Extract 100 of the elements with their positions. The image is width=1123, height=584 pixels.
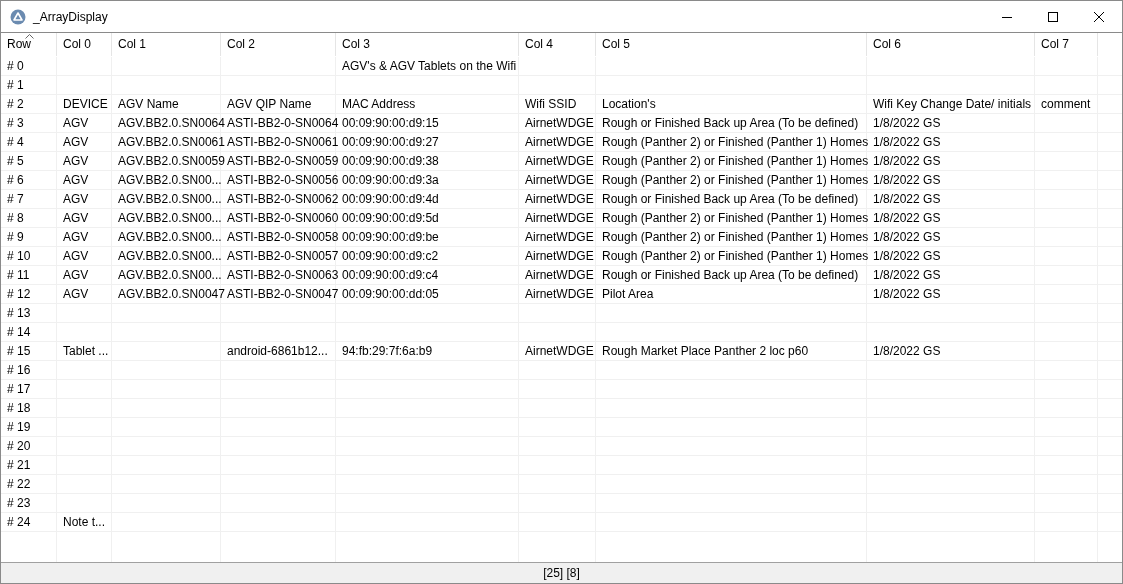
table-cell: AGV: [57, 266, 112, 284]
table-cell: AirnetWDGE: [519, 285, 596, 303]
table-cell: 1/8/2022 GS: [867, 171, 1035, 189]
row-header: # 15: [1, 342, 57, 360]
table-cell: Rough (Panther 2) or Finished (Panther 1) Homes: [596, 171, 867, 189]
row-header: # 13: [1, 304, 57, 322]
table-cell: AirnetWDGE: [519, 133, 596, 151]
table-cell: DEVICE: [57, 95, 112, 113]
table-cell: AGV: [57, 152, 112, 170]
table-cell: ASTI-BB2-0-SN0058: [221, 228, 336, 246]
row-header: # 16: [1, 361, 57, 379]
table-cell: 1/8/2022 GS: [867, 209, 1035, 227]
table-cell: Wifi Key Change Date/ initials: [867, 95, 1035, 113]
table-cell: Rough (Panther 2) or Finished (Panther 1) Homes: [596, 228, 867, 246]
table-cell: ASTI-BB2-0-SN0057: [221, 247, 336, 265]
table-cell: Wifi SSID: [519, 95, 596, 113]
table-cell: AGV.BB2.0.SN00...: [112, 228, 221, 246]
row-header: # 14: [1, 323, 57, 341]
table-cell: Rough (Panther 2) or Finished (Panther 1) Homes: [596, 247, 867, 265]
row-header: # 17: [1, 380, 57, 398]
table-cell: AirnetWDGE: [519, 266, 596, 284]
row-header: # 2: [1, 95, 57, 113]
column-header[interactable]: Col 3: [336, 33, 519, 56]
row-header: # 3: [1, 114, 57, 132]
table-cell: Rough or Finished Back up Area (To be defined): [596, 114, 867, 132]
row-header: # 20: [1, 437, 57, 455]
table-cell: Rough (Panther 2) or Finished (Panther 1) Homes: [596, 209, 867, 227]
column-header[interactable]: Col 5: [596, 33, 867, 56]
table-cell: AGV: [57, 190, 112, 208]
row-header: # 10: [1, 247, 57, 265]
table-cell: 1/8/2022 GS: [867, 285, 1035, 303]
window-title: _ArrayDisplay: [33, 8, 108, 26]
table-cell: Location's: [596, 95, 867, 113]
row-header: # 23: [1, 494, 57, 512]
row-header: # 12: [1, 285, 57, 303]
table-cell: AGV.BB2.0.SN00...: [112, 247, 221, 265]
row-header: # 9: [1, 228, 57, 246]
table-cell: 1/8/2022 GS: [867, 342, 1035, 360]
table-cell: MAC Address: [336, 95, 519, 113]
table-cell: Rough (Panther 2) or Finished (Panther 1) Homes: [596, 133, 867, 151]
table-cell: AGV.BB2.0.SN00...: [112, 209, 221, 227]
table-cell: 94:fb:29:7f:6a:b9: [336, 342, 519, 360]
row-header: # 4: [1, 133, 57, 151]
table-cell: Note t...: [57, 513, 112, 531]
row-header: # 7: [1, 190, 57, 208]
table-cell: ASTI-BB2-0-SN0062: [221, 190, 336, 208]
column-header[interactable]: Col 4: [519, 33, 596, 56]
table-cell: Rough or Finished Back up Area (To be defined): [596, 266, 867, 284]
column-header[interactable]: Col 1: [112, 33, 221, 56]
row-header: # 1: [1, 76, 57, 94]
table-cell: AGV: [57, 228, 112, 246]
table-cell: AGV.BB2.0.SN00...: [112, 266, 221, 284]
table-cell: 1/8/2022 GS: [867, 190, 1035, 208]
table-cell: AGV: [57, 133, 112, 151]
status-text: [25] [8]: [543, 565, 580, 582]
table-cell: 1/8/2022 GS: [867, 266, 1035, 284]
row-header: # 6: [1, 171, 57, 189]
table-cell: Pilot Area: [596, 285, 867, 303]
table-cell: AirnetWDGE: [519, 190, 596, 208]
table-cell: AirnetWDGE: [519, 247, 596, 265]
table-cell: 00:09:90:00:d9:27: [336, 133, 519, 151]
column-header[interactable]: Col 0: [57, 33, 112, 56]
row-header: # 11: [1, 266, 57, 284]
column-header[interactable]: Row: [1, 33, 57, 56]
app-icon: [10, 8, 26, 25]
table-cell: Rough or Finished Back up Area (To be defined): [596, 190, 867, 208]
row-header: # 24: [1, 513, 57, 531]
table-cell: AGV: [57, 114, 112, 132]
table-cell: AGV: [57, 247, 112, 265]
column-header[interactable]: Col 2: [221, 33, 336, 56]
table-cell: AirnetWDGE: [519, 209, 596, 227]
table-cell: AirnetWDGE: [519, 342, 596, 360]
row-header: # 18: [1, 399, 57, 417]
table-cell: AGV.BB2.0.SN00...: [112, 190, 221, 208]
table-cell: AGV's & AGV Tablets on the Wifi: [336, 57, 519, 75]
table-cell: AirnetWDGE: [519, 114, 596, 132]
row-header: # 19: [1, 418, 57, 436]
table-cell: 1/8/2022 GS: [867, 228, 1035, 246]
table-cell: AirnetWDGE: [519, 152, 596, 170]
table-cell: android-6861b12...: [221, 342, 336, 360]
row-header: # 5: [1, 152, 57, 170]
table-cell: Rough Market Place Panther 2 loc p60: [596, 342, 867, 360]
close-icon: [1094, 11, 1104, 22]
table-cell: AGV: [57, 171, 112, 189]
table-cell: Rough (Panther 2) or Finished (Panther 1) Homes: [596, 152, 867, 170]
column-header[interactable]: Col 7: [1035, 33, 1098, 56]
column-header[interactable]: Col 6: [867, 33, 1035, 56]
table-cell: AirnetWDGE: [519, 171, 596, 189]
table-cell: AGV.BB2.0.SN00...: [112, 171, 221, 189]
table-cell: Tablet ...: [57, 342, 112, 360]
table-cell: AirnetWDGE: [519, 228, 596, 246]
row-header: # 8: [1, 209, 57, 227]
table-cell: ASTI-BB2-0-SN0056: [221, 171, 336, 189]
table-cell: comment: [1035, 95, 1098, 113]
table-cell: AGV QIP Name: [221, 95, 336, 113]
row-header: # 21: [1, 456, 57, 474]
table-cell: 1/8/2022 GS: [867, 133, 1035, 151]
table-cell: ASTI-BB2-0-SN0063: [221, 266, 336, 284]
table-cell: AGV Name: [112, 95, 221, 113]
table-cell: 1/8/2022 GS: [867, 114, 1035, 132]
